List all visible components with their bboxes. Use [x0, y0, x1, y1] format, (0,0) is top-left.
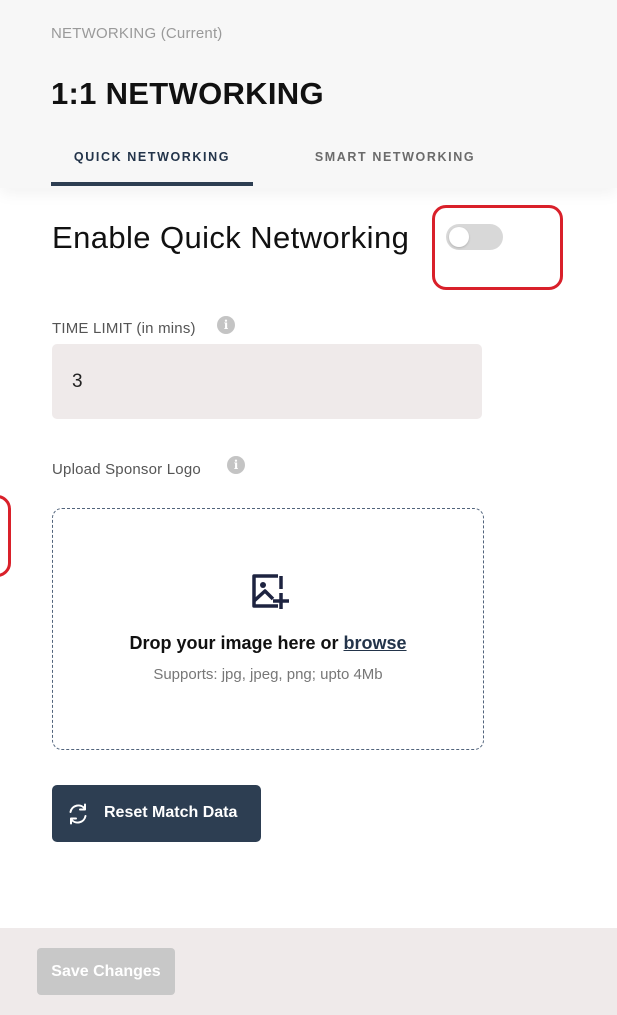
tab-quick-networking[interactable]: QUICK NETWORKING: [51, 150, 253, 164]
breadcrumb: NETWORKING (Current): [51, 25, 223, 42]
toggle-highlight-annotation: [432, 205, 563, 290]
time-limit-input[interactable]: [52, 344, 482, 419]
info-icon[interactable]: i: [227, 456, 245, 474]
sponsor-logo-dropzone[interactable]: Drop your image here or browse Supports:…: [52, 508, 484, 750]
page-footer: Save Changes: [0, 928, 617, 1015]
page-title: 1:1 NETWORKING: [51, 76, 324, 111]
time-limit-label: TIME LIMIT (in mins): [52, 320, 196, 337]
page-header: NETWORKING (Current) 1:1 NETWORKING QUIC…: [0, 0, 617, 188]
supported-formats-hint: Supports: jpg, jpeg, png; upto 4Mb: [153, 666, 383, 683]
enable-quick-networking-label: Enable Quick Networking: [52, 220, 410, 255]
drop-text: Drop your image here or: [129, 633, 344, 653]
reset-match-data-button[interactable]: Reset Match Data: [52, 785, 261, 842]
image-add-icon: [252, 574, 289, 609]
info-icon[interactable]: i: [217, 316, 235, 334]
reset-button-label: Reset Match Data: [104, 804, 238, 821]
left-highlight-annotation: [0, 495, 11, 577]
refresh-icon: [69, 803, 87, 825]
tab-smart-networking[interactable]: SMART NETWORKING: [290, 150, 500, 164]
upload-sponsor-logo-label: Upload Sponsor Logo: [52, 461, 201, 478]
active-tab-indicator: [51, 182, 253, 186]
save-changes-button[interactable]: Save Changes: [37, 948, 175, 995]
dropzone-instruction: Drop your image here or browse: [53, 633, 483, 654]
browse-link[interactable]: browse: [344, 633, 407, 653]
